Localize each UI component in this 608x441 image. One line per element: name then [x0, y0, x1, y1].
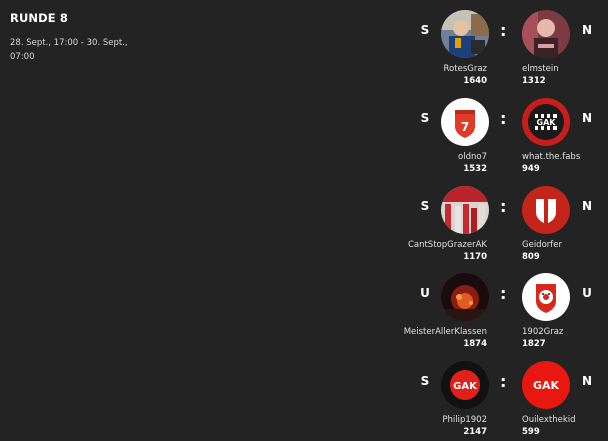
- photo-avatar: [441, 186, 489, 234]
- away-avatar[interactable]: [522, 10, 570, 58]
- home-score: 1640: [463, 76, 487, 86]
- away-player-name[interactable]: elmstein: [522, 64, 559, 74]
- home-player-name[interactable]: Philip1902: [442, 415, 487, 425]
- svg-text:GAK: GAK: [453, 381, 478, 392]
- away-score: 1312: [522, 76, 546, 86]
- home-avatar[interactable]: 7: [441, 98, 489, 146]
- vs-separator: :: [500, 109, 507, 128]
- photo-avatar: [522, 10, 570, 58]
- away-player-name[interactable]: Geidorfer: [522, 240, 562, 250]
- away-score: 809: [522, 252, 540, 262]
- away-result: N: [581, 199, 593, 213]
- away-result: N: [581, 111, 593, 125]
- vs-separator: :: [500, 284, 507, 303]
- away-avatar[interactable]: [522, 186, 570, 234]
- away-result: N: [581, 23, 593, 37]
- away-avatar[interactable]: GAK: [522, 98, 570, 146]
- home-result: U: [420, 286, 430, 300]
- shield-icon: [522, 186, 570, 234]
- vs-separator: :: [500, 197, 507, 216]
- home-score: 1170: [463, 252, 487, 262]
- home-player-name[interactable]: RotesGraz: [444, 64, 487, 74]
- away-score: 949: [522, 164, 540, 174]
- match-row[interactable]: S : N RotesGraz elmstein 1640 1312: [400, 10, 600, 90]
- home-result: S: [420, 199, 430, 213]
- home-player-name[interactable]: MeisterAllerKlassen: [404, 327, 487, 337]
- home-avatar[interactable]: GAK: [441, 361, 489, 409]
- away-player-name[interactable]: Ouilexthekid: [522, 415, 576, 425]
- home-score: 1874: [463, 339, 487, 349]
- match-row[interactable]: S GAK : GAK N Philip1902 Ouilexthekid 21…: [400, 361, 600, 441]
- home-score: 2147: [463, 427, 487, 437]
- home-avatar[interactable]: [441, 186, 489, 234]
- home-result: S: [420, 111, 430, 125]
- photo-avatar: [441, 10, 489, 58]
- photo-avatar: [441, 273, 489, 321]
- svg-text:7: 7: [461, 120, 469, 134]
- match-row[interactable]: U : U MeisterAllerKlassen 1902Graz 1874 …: [400, 273, 600, 353]
- home-player-name[interactable]: CantStopGrazerAK: [408, 240, 487, 250]
- clown-badge-icon: [522, 273, 570, 321]
- home-avatar[interactable]: [441, 273, 489, 321]
- shield-7-icon: 7: [441, 98, 489, 146]
- home-result: S: [420, 374, 430, 388]
- match-row[interactable]: S : N CantStopGrazerAK Geidorfer 1170 80…: [400, 186, 600, 266]
- home-result: S: [420, 23, 430, 37]
- away-result: N: [581, 374, 593, 388]
- away-player-name[interactable]: 1902Graz: [522, 327, 563, 337]
- gak-logo-icon: GAK: [441, 361, 489, 409]
- away-avatar[interactable]: [522, 273, 570, 321]
- away-score: 1827: [522, 339, 546, 349]
- vs-separator: :: [500, 21, 507, 40]
- home-player-name[interactable]: oldno7: [458, 152, 487, 162]
- match-row[interactable]: S 7 : GAK N oldno7 what.the.fabs 1532 94…: [400, 98, 600, 178]
- away-result: U: [582, 286, 592, 300]
- gak-crest-icon: GAK: [522, 98, 570, 146]
- away-player-name[interactable]: what.the.fabs: [522, 152, 580, 162]
- vs-separator: :: [500, 372, 507, 391]
- svg-text:GAK: GAK: [537, 118, 557, 127]
- home-avatar[interactable]: [441, 10, 489, 58]
- away-avatar[interactable]: GAK: [522, 361, 570, 409]
- away-score: 599: [522, 427, 540, 437]
- gak-logo-icon: GAK: [522, 361, 570, 409]
- home-score: 1532: [463, 164, 487, 174]
- svg-text:GAK: GAK: [533, 379, 560, 392]
- round-title: RUNDE 8: [10, 11, 68, 25]
- round-dates: 28. Sept., 17:00 - 30. Sept., 07:00: [10, 38, 128, 62]
